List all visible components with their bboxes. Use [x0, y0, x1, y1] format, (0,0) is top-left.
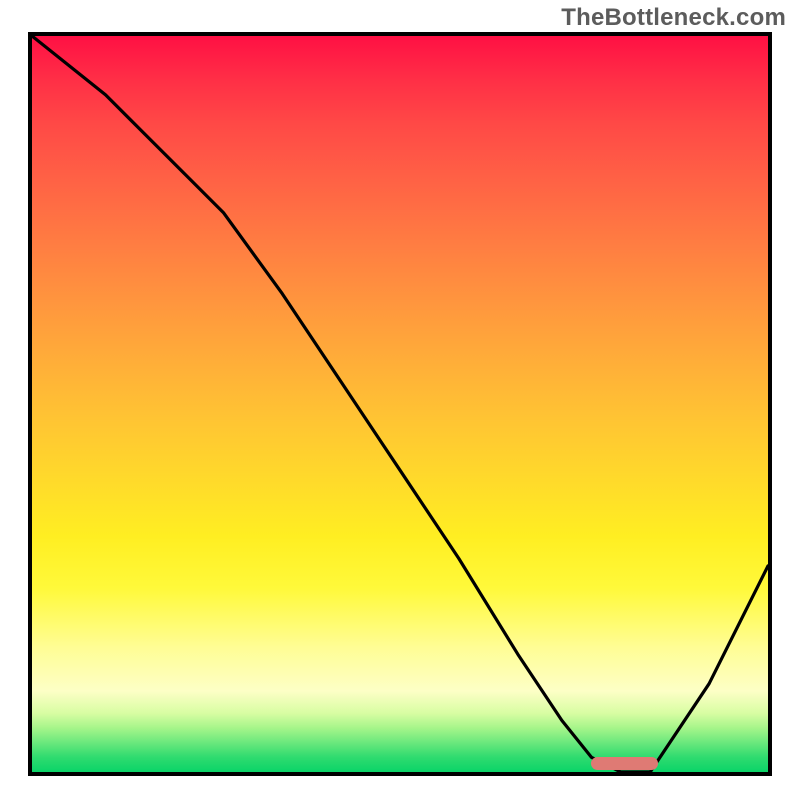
chart-wrapper: TheBottleneck.com — [0, 0, 800, 800]
watermark-text: TheBottleneck.com — [561, 4, 786, 32]
plot-area — [28, 32, 772, 776]
bottleneck-curve — [32, 36, 768, 772]
optimal-range-marker — [591, 757, 657, 770]
